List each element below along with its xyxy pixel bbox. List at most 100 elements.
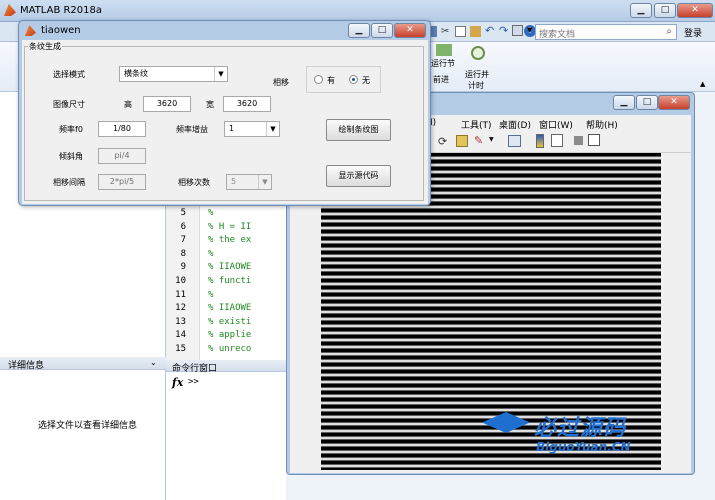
phase-count-select[interactable]: 5 ▼ [226,174,272,190]
dialog-maximize-button[interactable]: □ [371,23,393,38]
maximize-button[interactable]: □ [654,3,676,18]
login-link[interactable]: 登录 [684,26,702,39]
run-and-time-button[interactable]: 运行并 计时 [462,44,492,90]
stopwatch-icon [471,46,485,60]
editor-line[interactable]: 7 % the ex [166,235,252,249]
phase-interval-input[interactable]: 2*pi/5 [98,174,146,190]
quick-access-bar: ✂ ↶ ↷ ? [424,24,536,40]
line-number: 15 [175,344,186,354]
close-button[interactable]: ✕ [677,3,713,18]
editor-line[interactable]: 8% [166,248,214,263]
line-number: 11 [175,289,186,300]
editor-line[interactable]: 5% [166,208,214,222]
phase-interval-label: 相移间隔 [53,178,85,187]
line-number: 14 [175,330,186,341]
editor-line[interactable]: 6 % H = II [166,221,252,236]
frequency-gain-select[interactable]: 1 ▼ [224,121,280,137]
paste-icon[interactable] [470,26,481,37]
hide-tools-icon[interactable] [574,136,583,145]
legend-icon[interactable] [551,134,563,147]
editor-line[interactable]: 12 % IIAOWE [166,303,251,317]
dialog-minimize-button[interactable]: ▁ [348,23,370,38]
editor-line[interactable]: 15 % unreco [166,344,251,358]
mode-label: 选择模式 [53,70,85,79]
line-number: 12 [175,303,186,314]
height-input[interactable]: 3620 [143,96,191,112]
phase-count-value: 5 [231,177,237,186]
dropdown-chevron-icon[interactable]: ▼ [527,26,532,34]
run-section-button[interactable]: 运行节 前进 [430,44,460,84]
watermark-logo: 必过源码 BiguoYuan.CN [480,408,680,468]
ribbon-collapse-icon[interactable]: ▲ [700,80,705,88]
search-input[interactable]: 搜索文档 [539,27,575,40]
frequency-label: 频率f0 [59,125,83,134]
line-number: 8 [180,248,186,259]
figure-menu-item[interactable]: 桌面(D) [499,118,531,131]
details-collapse-icon[interactable]: ⌄ [150,358,157,367]
width-input[interactable]: 3620 [223,96,271,112]
command-window[interactable]: 命令行窗口 fx >> [166,360,286,500]
code-comment: % [208,289,214,300]
switch-windows-icon[interactable] [512,25,523,36]
advance-label[interactable]: 前进 [433,74,449,85]
code-comment: % [208,248,214,259]
dialog-app-icon [25,25,36,36]
figure-menu-item[interactable]: 帮助(H) [586,118,618,131]
code-comment: % applie [208,330,252,341]
phase-no-radio[interactable] [349,75,358,84]
command-window-title: 命令行窗口 [172,364,218,374]
editor-code[interactable]: 5% 6% H = II 7% the ex 8% 9% IIAOWE 10% funct… [166,208,286,358]
search-icon[interactable]: ⌕ [666,26,672,37]
command-window-header: 命令行窗口 [166,360,286,374]
tilt-angle-label: 倾斜角 [59,152,83,161]
details-panel-header: 详细信息 ⌄ [0,357,166,371]
redo-icon[interactable]: ↷ [499,24,508,37]
minimize-button[interactable]: ▁ [630,3,652,18]
chevron-down-icon: ▼ [258,175,271,189]
figure-menu-item[interactable]: 窗口(W) [539,118,573,131]
draw-fringe-button[interactable]: 绘制条纹图 [326,119,391,141]
dialog-title: tiaowen [41,25,81,36]
group-title: 条纹生成 [28,41,62,52]
tilt-angle-input[interactable]: pi/4 [98,148,146,164]
code-comment: % the ex [208,235,252,246]
fringe-group-box: 条纹生成 选择模式 横条纹 ▼ 相移 有 无 图像尺寸 高 3620 宽 362… [24,41,424,201]
editor-line[interactable]: 11% [166,290,213,304]
phase-shift-label: 相移 [273,78,289,87]
image-size-label: 图像尺寸 [53,100,85,109]
editor-line[interactable]: 13 % existi [166,317,251,331]
brush-dropdown-icon[interactable]: ▼ [489,136,494,143]
search-field[interactable]: 搜索文档 ⌕ [535,24,677,40]
show-source-code-button[interactable]: 显示源代码 [326,165,391,187]
colorbar-icon[interactable] [536,134,544,148]
frequency-gain-label: 频率增益 [176,125,208,134]
undo-icon[interactable]: ↶ [485,24,494,37]
run-time-label-1: 运行并 [465,70,489,79]
dialog-body: 条纹生成 选择模式 横条纹 ▼ 相移 有 无 图像尺寸 高 3620 宽 362… [22,40,428,204]
tiaowen-dialog: tiaowen ▁ □ ✕ 条纹生成 选择模式 横条纹 ▼ 相移 有 无 图像尺… [18,20,431,206]
figure-close-button[interactable]: ✕ [658,95,690,110]
fx-icon[interactable]: fx [172,376,183,389]
dock-icon[interactable] [588,134,600,146]
figure-minimize-button[interactable]: ▁ [613,95,635,110]
line-number: 6 [180,221,186,232]
code-comment: % H = II [208,221,252,232]
editor-line[interactable]: 10 % functi [166,276,251,290]
datatip-icon[interactable] [456,135,468,147]
mode-select[interactable]: 横条纹 ▼ [119,66,228,82]
rotate-icon[interactable]: ⟳ [438,135,447,148]
copy-icon[interactable] [455,26,466,37]
cut-icon[interactable]: ✂ [441,26,452,37]
editor-line[interactable]: 14 % applie [166,330,251,344]
figure-menu-item[interactable]: 工具(T) [461,118,492,131]
editor-line[interactable]: 9 % IIAOWE [166,262,252,276]
line-number: 9 [180,262,186,273]
watermark-main-text: 必过源码 [534,416,627,441]
phase-yes-radio[interactable] [314,75,323,84]
line-number: 13 [175,316,186,327]
frequency-input[interactable]: 1/80 [98,121,146,137]
dialog-close-button[interactable]: ✕ [394,23,426,38]
link-plot-icon[interactable] [508,135,521,147]
figure-maximize-button[interactable]: □ [636,95,658,110]
brush-icon[interactable]: ✎ [474,134,483,147]
